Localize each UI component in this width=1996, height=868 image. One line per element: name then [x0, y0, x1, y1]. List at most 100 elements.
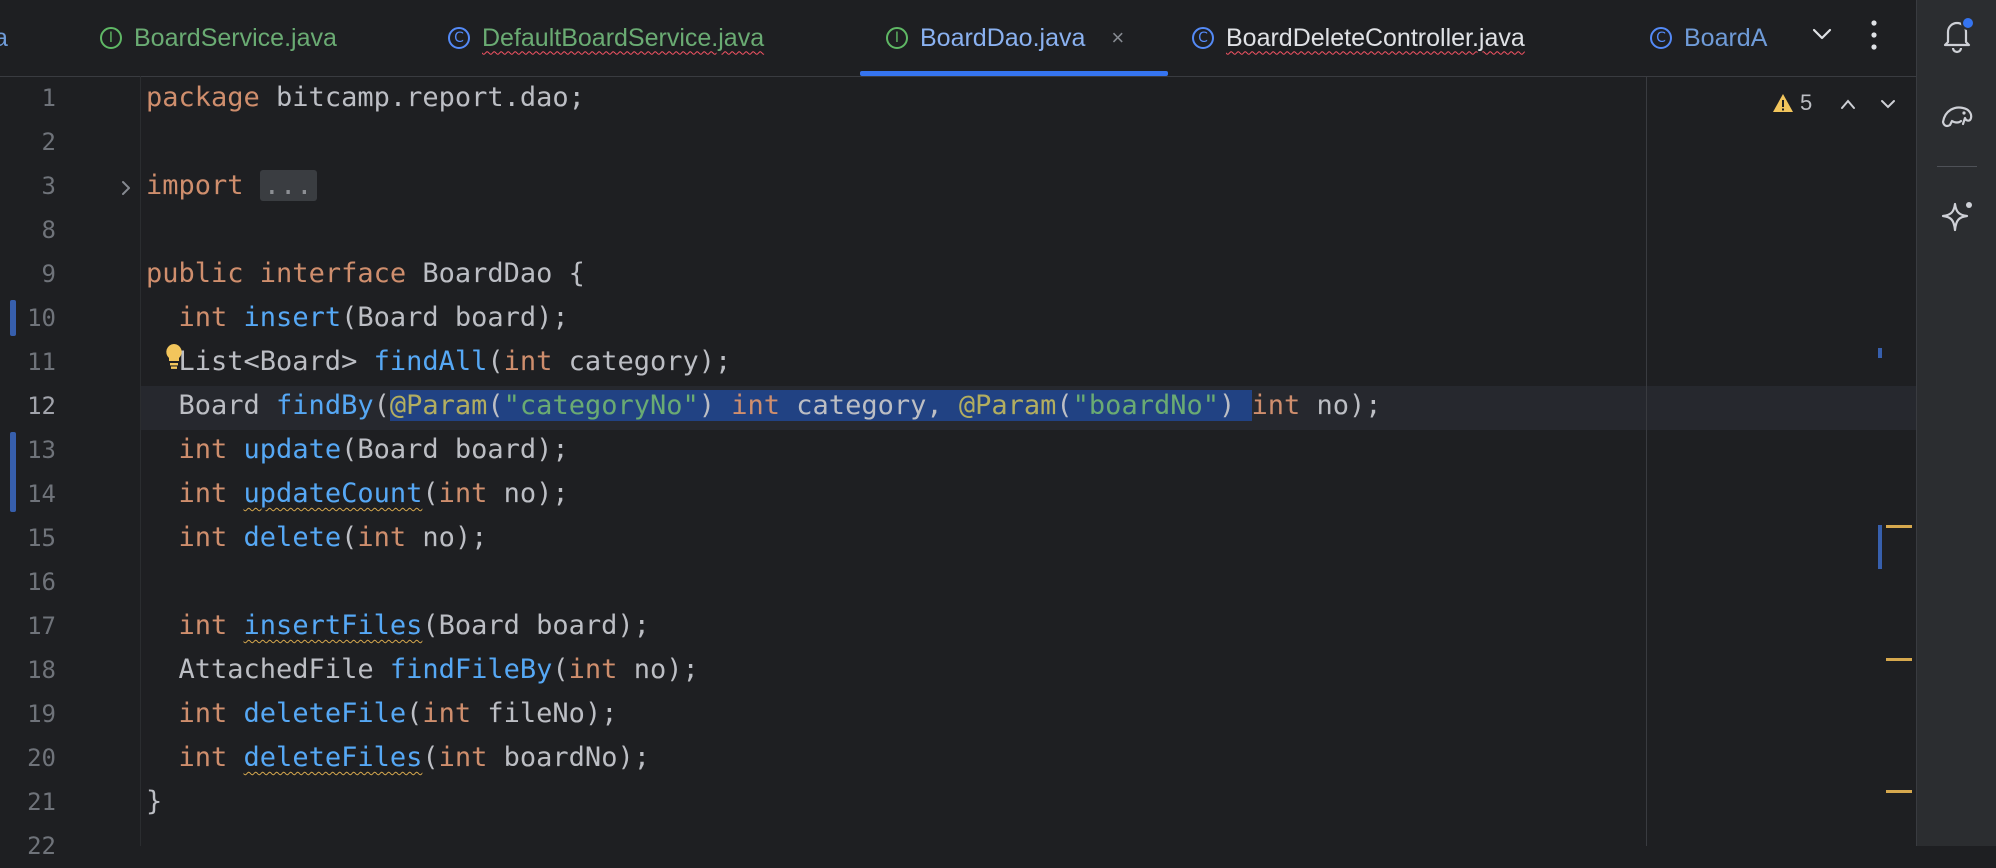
fold-expand-icon[interactable]: [118, 176, 134, 200]
tab-partial-left[interactable]: a: [0, 0, 8, 76]
line-number[interactable]: 16: [0, 560, 56, 604]
code-token: int: [438, 742, 504, 773]
interface-file-icon: I: [886, 27, 908, 49]
code-line[interactable]: int deleteFiles(int boardNo);: [146, 736, 650, 780]
line-number[interactable]: 20: [0, 736, 56, 780]
code-token: int: [357, 522, 423, 553]
code-token: no);: [633, 654, 699, 685]
line-number[interactable]: 22: [0, 824, 56, 868]
bell-icon[interactable]: [1937, 14, 1977, 54]
vcs-change-marker[interactable]: [10, 432, 16, 512]
code-line[interactable]: package bitcamp.report.dao;: [146, 76, 585, 120]
class-file-icon: C: [1650, 27, 1672, 49]
code-line[interactable]: AttachedFile findFileBy(int no);: [146, 648, 699, 692]
code-token: findAll: [373, 346, 488, 377]
chevron-down-icon[interactable]: [1810, 22, 1834, 46]
code-token: findBy: [276, 390, 374, 421]
code-line[interactable]: int insertFiles(Board board);: [146, 604, 650, 648]
code-token: int: [438, 478, 504, 509]
line-number[interactable]: 11: [0, 340, 56, 384]
code-line[interactable]: int delete(int no);: [146, 516, 488, 560]
tab-active[interactable]: I BoardDao.java ×: [886, 0, 1124, 76]
folded-region[interactable]: ...: [259, 170, 317, 201]
code-token: no);: [1316, 390, 1382, 421]
code-token: no);: [503, 478, 569, 509]
line-number[interactable]: 14: [0, 472, 56, 516]
line-number[interactable]: 13: [0, 428, 56, 472]
line-number[interactable]: 9: [0, 252, 56, 296]
line-number[interactable]: 12: [0, 384, 56, 428]
code-token: int: [731, 390, 797, 421]
line-number[interactable]: 15: [0, 516, 56, 560]
code-token: package: [146, 82, 277, 113]
code-line[interactable]: public interface BoardDao {: [146, 252, 585, 296]
code-line[interactable]: List<Board> findAll(int category);: [146, 340, 732, 384]
previous-highlight-icon[interactable]: [1838, 94, 1858, 114]
code-line[interactable]: }: [146, 780, 162, 824]
warning-icon: [1773, 94, 1793, 112]
code-token: findFileBy: [389, 654, 553, 685]
code-token: int: [178, 698, 244, 729]
code-editor[interactable]: package bitcamp.report.dao; import ... pub…: [141, 76, 1916, 846]
code-token: @Param: [389, 390, 488, 421]
code-token: @Param: [958, 390, 1057, 421]
close-icon[interactable]: ×: [1111, 25, 1124, 51]
next-highlight-icon[interactable]: [1878, 94, 1898, 114]
scrollbar-mark[interactable]: [1886, 525, 1912, 528]
code-line[interactable]: int deleteFile(int fileNo);: [146, 692, 618, 736]
database-icon[interactable]: [1937, 96, 1977, 136]
code-token: insert: [243, 302, 342, 333]
line-number[interactable]: 2: [0, 120, 56, 164]
code-token: category,: [796, 390, 959, 421]
scrollbar-mark[interactable]: [1878, 348, 1882, 358]
tab-file[interactable]: C BoardDeleteController.java: [1192, 0, 1525, 76]
line-number[interactable]: 19: [0, 692, 56, 736]
code-token: updateCount: [243, 478, 423, 509]
line-number[interactable]: 18: [0, 648, 56, 692]
code-token: "boardNo": [1072, 390, 1219, 421]
more-options-icon[interactable]: [1868, 18, 1880, 52]
code-line[interactable]: int update(Board board);: [146, 428, 569, 472]
code-line[interactable]: int updateCount(int no);: [146, 472, 569, 516]
line-number[interactable]: 17: [0, 604, 56, 648]
code-token: (: [1056, 390, 1073, 421]
tab-file[interactable]: C DefaultBoardService.java: [448, 0, 764, 76]
code-token: AttachedFile: [146, 654, 390, 685]
code-token: "categoryNo": [503, 390, 699, 421]
scrollbar-mark[interactable]: [1878, 525, 1882, 569]
code-token: int: [503, 346, 569, 377]
lightbulb-icon[interactable]: [163, 342, 185, 370]
sparkle-icon[interactable]: [1937, 198, 1977, 238]
inspection-widget[interactable]: 5: [1772, 88, 1812, 118]
scrollbar-mark[interactable]: [1886, 790, 1912, 793]
tab-label: BoardService.java: [134, 23, 337, 52]
line-number[interactable]: 10: [0, 296, 56, 340]
tab-file[interactable]: C BoardA: [1650, 0, 1786, 76]
line-number[interactable]: 8: [0, 208, 56, 252]
code-line[interactable]: int insert(Board board);: [146, 296, 569, 340]
code-token: ): [698, 390, 732, 421]
tab-label: DefaultBoardService.java: [482, 23, 765, 52]
line-number[interactable]: 21: [0, 780, 56, 824]
toolstrip-divider: [1937, 166, 1977, 167]
line-number[interactable]: 1: [0, 76, 56, 120]
tab-label: BoardA: [1684, 23, 1768, 52]
tab-label: a: [0, 23, 8, 52]
vcs-change-marker[interactable]: [10, 300, 16, 336]
tab-label: BoardDao.java: [920, 23, 1086, 52]
code-token: insertFiles: [243, 610, 423, 641]
code-token: deleteFile: [243, 698, 407, 729]
code-line[interactable]: import ...: [146, 164, 317, 208]
code-token: delete: [243, 522, 342, 553]
code-token: Board: [146, 390, 277, 421]
line-number[interactable]: 3: [0, 164, 56, 208]
tab-file[interactable]: I BoardService.java: [100, 0, 337, 76]
scrollbar-mark[interactable]: [1886, 658, 1912, 661]
code-token: category);: [568, 346, 732, 377]
code-token: import: [146, 170, 260, 201]
code-line[interactable]: Board findBy(@Param("categoryNo") int ca…: [146, 384, 1382, 428]
code-token: int: [422, 698, 488, 729]
code-token: int: [178, 302, 244, 333]
